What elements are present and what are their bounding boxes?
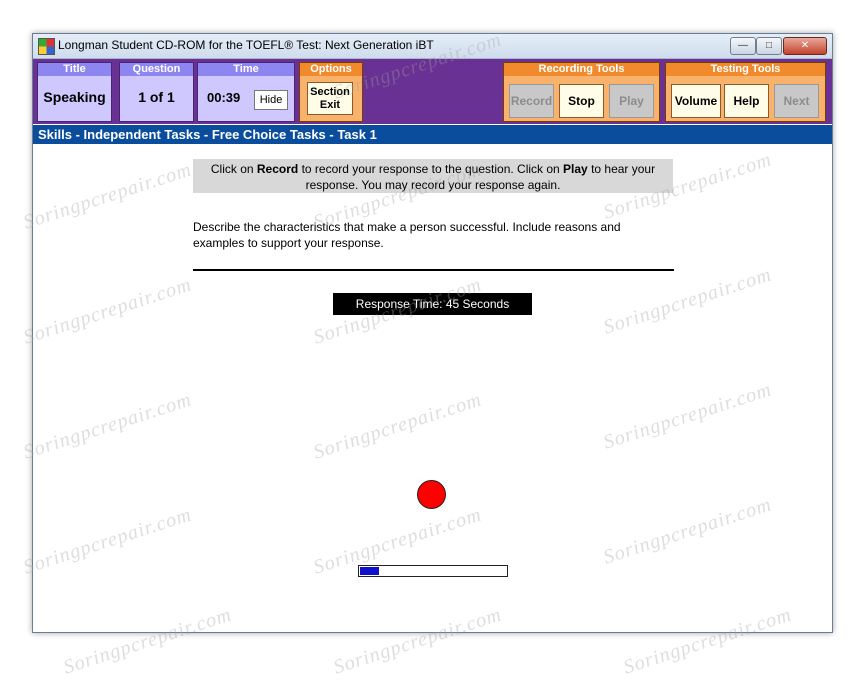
- recording-tools-panel: Recording Tools Record Stop Play: [503, 62, 660, 122]
- app-window: Longman Student CD-ROM for the TOEFL® Te…: [32, 33, 833, 633]
- next-button[interactable]: Next: [774, 84, 819, 118]
- window-title: Longman Student CD-ROM for the TOEFL® Te…: [58, 38, 434, 52]
- time-value: 00:39: [207, 90, 241, 105]
- maximize-button[interactable]: □: [756, 37, 782, 55]
- task-breadcrumb: Skills - Independent Tasks - Free Choice…: [33, 125, 832, 144]
- instr-text-2: to record your response to the question.…: [298, 162, 564, 176]
- title-bar[interactable]: Longman Student CD-ROM for the TOEFL® Te…: [33, 34, 832, 59]
- title-value: Speaking: [43, 89, 106, 105]
- instructions-box: Click on Record to record your response …: [193, 159, 673, 193]
- close-button[interactable]: ✕: [783, 37, 827, 55]
- volume-button[interactable]: Volume: [671, 84, 721, 118]
- minimize-button[interactable]: —: [730, 37, 756, 55]
- recording-progress-bar: [358, 565, 508, 577]
- testing-tools-header: Testing Tools: [666, 63, 825, 76]
- instr-play-word: Play: [563, 162, 588, 176]
- response-time-label: Response Time: 45 Seconds: [333, 293, 532, 315]
- time-header: Time: [198, 63, 294, 76]
- time-panel: Time 00:39 Hide: [197, 62, 295, 122]
- options-header: Options: [300, 63, 362, 76]
- title-panel: Title Speaking: [37, 62, 112, 122]
- play-button[interactable]: Play: [609, 84, 654, 118]
- question-panel: Question 1 of 1: [119, 62, 194, 122]
- recording-indicator-icon: [417, 480, 446, 509]
- help-button[interactable]: Help: [724, 84, 769, 118]
- section-exit-button[interactable]: Section Exit: [307, 82, 353, 115]
- toolbar: Title Speaking Question 1 of 1 Time 00:3…: [33, 59, 832, 124]
- title-header: Title: [38, 63, 111, 76]
- question-text: Describe the characteristics that make a…: [193, 220, 621, 250]
- record-button[interactable]: Record: [509, 84, 554, 118]
- recording-progress-fill: [360, 567, 379, 575]
- section-exit-label-1: Section: [310, 86, 350, 98]
- question-value: 1 of 1: [138, 89, 175, 105]
- instr-record-word: Record: [256, 162, 299, 176]
- question-header: Question: [120, 63, 193, 76]
- section-exit-label-2: Exit: [319, 99, 341, 111]
- hide-time-button[interactable]: Hide: [254, 90, 288, 110]
- app-icon: [38, 38, 55, 55]
- instr-text-1: Click on: [210, 162, 257, 176]
- testing-tools-panel: Testing Tools Volume Help Next: [665, 62, 826, 122]
- recording-tools-header: Recording Tools: [504, 63, 659, 76]
- stop-button[interactable]: Stop: [559, 84, 604, 118]
- options-panel: Options Section Exit: [299, 62, 363, 122]
- divider: [193, 269, 674, 271]
